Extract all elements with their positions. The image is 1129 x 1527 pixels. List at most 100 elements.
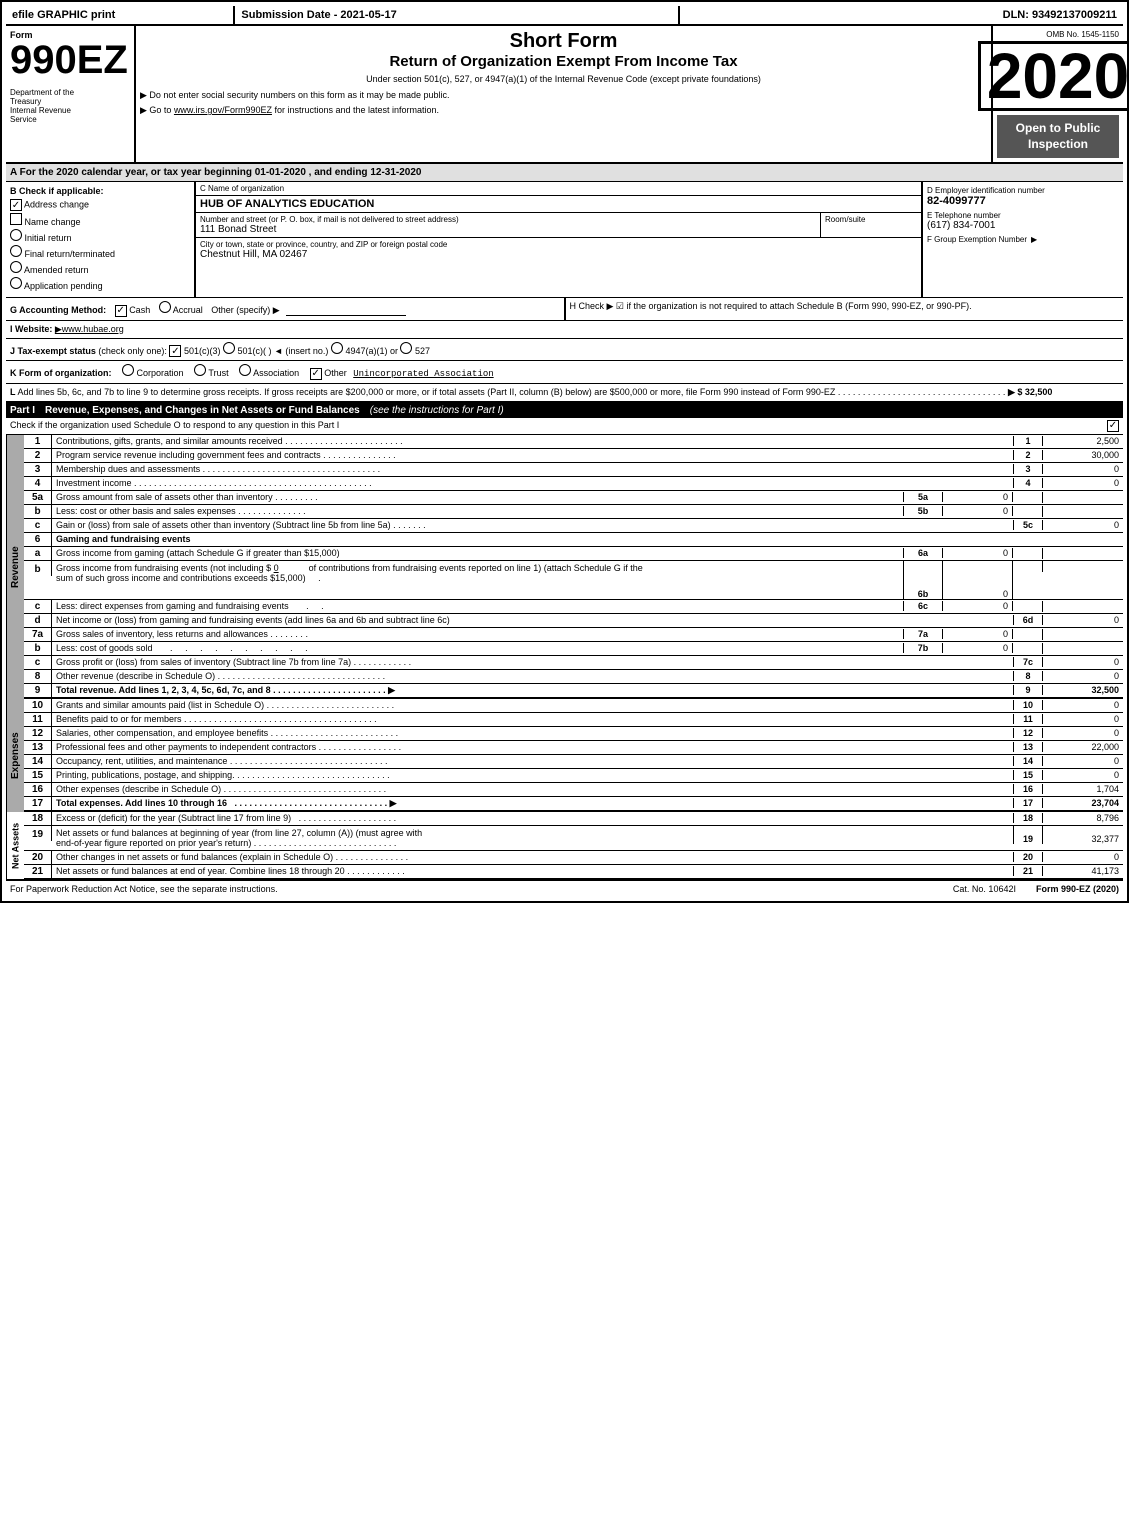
j-501c-cb[interactable] bbox=[223, 342, 235, 354]
line-20-ref: 20 bbox=[1013, 852, 1043, 862]
revenue-rows: 1 Contributions, gifts, grants, and simi… bbox=[24, 435, 1123, 699]
j-4947-cb[interactable] bbox=[331, 342, 343, 354]
line-21-ref: 21 bbox=[1013, 866, 1043, 876]
k-corp-rb[interactable] bbox=[122, 364, 134, 376]
address-block: Number and street (or P. O. box, if mail… bbox=[196, 213, 821, 237]
application-pending-radio[interactable] bbox=[10, 277, 22, 289]
g-accrual-cb[interactable] bbox=[159, 301, 171, 313]
line-16-final: 1,704 bbox=[1043, 784, 1123, 794]
line-15-row: 15 Printing, publications, postage, and … bbox=[24, 769, 1123, 783]
f-label: F Group Exemption Number bbox=[927, 235, 1027, 244]
line-13-desc: Professional fees and other payments to … bbox=[52, 741, 1013, 753]
line-6b-num: b bbox=[24, 561, 52, 576]
line-5c-final: 0 bbox=[1043, 520, 1123, 530]
line-6d-row: d Net income or (loss) from gaming and f… bbox=[24, 614, 1123, 628]
line-7c-num: c bbox=[24, 656, 52, 669]
k-assoc-rb[interactable] bbox=[239, 364, 251, 376]
k-other-value: Unincorporated Association bbox=[353, 369, 493, 379]
line-17-ref: 17 bbox=[1013, 798, 1043, 808]
line-6c-desc: Less: direct expenses from gaming and fu… bbox=[52, 600, 903, 612]
line-20-desc: Other changes in net assets or fund bala… bbox=[52, 851, 1013, 863]
amended-return-radio[interactable] bbox=[10, 261, 22, 273]
room-label: Room/suite bbox=[825, 215, 917, 224]
ein-value: 82-4099777 bbox=[927, 195, 1119, 207]
line-12-final: 0 bbox=[1043, 728, 1123, 738]
k-label: K Form of organization: bbox=[10, 368, 112, 378]
net-assets-section: Net Assets 18 Excess or (deficit) for th… bbox=[6, 812, 1123, 880]
gh-row: G Accounting Method: Cash Accrual Other … bbox=[6, 298, 1123, 321]
line-6b-final-empty bbox=[1043, 561, 1123, 572]
line-4-ref: 4 bbox=[1013, 478, 1043, 488]
footer-cat: Cat. No. 10642I bbox=[953, 884, 1016, 894]
k-other-label: Other bbox=[324, 368, 347, 378]
line-2-desc: Program service revenue including govern… bbox=[52, 449, 1013, 461]
i-url[interactable]: ▶www.hubae.org bbox=[55, 324, 124, 334]
j-527-cb[interactable] bbox=[400, 342, 412, 354]
line-6b-ref: 6b bbox=[903, 561, 943, 599]
k-trust-rb[interactable] bbox=[194, 364, 206, 376]
section-j: J Tax-exempt status (check only one): 50… bbox=[6, 339, 1123, 362]
section-def: D Employer identification number 82-4099… bbox=[923, 182, 1123, 297]
name-change-checkbox[interactable] bbox=[10, 213, 22, 225]
name-change-label: Name change bbox=[25, 217, 81, 227]
initial-return-radio[interactable] bbox=[10, 229, 22, 241]
line-7a-row: 7a Gross sales of inventory, less return… bbox=[24, 628, 1123, 642]
address-change-checkbox[interactable] bbox=[10, 199, 22, 211]
part1-title: Part I bbox=[10, 405, 35, 416]
line-3-row: 3 Membership dues and assessments . . . … bbox=[24, 463, 1123, 477]
line-14-desc: Occupancy, rent, utilities, and maintena… bbox=[52, 755, 1013, 767]
line-16-num: 16 bbox=[24, 783, 52, 796]
note1: ▶ Do not enter social security numbers o… bbox=[140, 90, 987, 101]
line-13-final: 22,000 bbox=[1043, 742, 1123, 752]
line-19-row: 19 Net assets or fund balances at beginn… bbox=[24, 826, 1123, 851]
line-9-num: 9 bbox=[24, 684, 52, 697]
line-6d-desc: Net income or (loss) from gaming and fun… bbox=[52, 614, 1013, 626]
line-10-final: 0 bbox=[1043, 700, 1123, 710]
section-a-text: A For the 2020 calendar year, or tax yea… bbox=[10, 167, 421, 178]
line-5a-empty bbox=[1013, 492, 1043, 503]
line-7b-row: b Less: cost of goods sold . . . . . . .… bbox=[24, 642, 1123, 656]
line-7c-final: 0 bbox=[1043, 657, 1123, 667]
line-18-row: 18 Excess or (deficit) for the year (Sub… bbox=[24, 812, 1123, 826]
expenses-section: Expenses 10 Grants and similar amounts p… bbox=[6, 699, 1123, 812]
line-6a-ref: 6a bbox=[903, 548, 943, 558]
line-3-final: 0 bbox=[1043, 464, 1123, 474]
footer-right: Form 990-EZ (2020) bbox=[1036, 884, 1119, 894]
line-7a-ref: 7a bbox=[903, 629, 943, 639]
line-6-empty bbox=[1013, 534, 1123, 545]
line-17-num: 17 bbox=[24, 797, 52, 810]
subtitle: Under section 501(c), 527, or 4947(a)(1)… bbox=[140, 74, 987, 84]
omb-number: OMB No. 1545-1150 bbox=[1046, 30, 1119, 39]
ein-label: D Employer identification number bbox=[927, 186, 1119, 195]
line-19-ref: 19 bbox=[1013, 826, 1043, 844]
section-g: G Accounting Method: Cash Accrual Other … bbox=[6, 298, 566, 320]
line-6a-row: a Gross income from gaming (attach Sched… bbox=[24, 547, 1123, 561]
g-other-input[interactable] bbox=[286, 305, 406, 316]
line-7a-final-empty bbox=[1043, 629, 1123, 640]
line-14-ref: 14 bbox=[1013, 756, 1043, 766]
part1-schedule-o-cb[interactable] bbox=[1107, 420, 1119, 432]
line-3-ref: 3 bbox=[1013, 464, 1043, 474]
line-1-row: 1 Contributions, gifts, grants, and simi… bbox=[24, 435, 1123, 449]
line-6b-empty bbox=[1013, 561, 1043, 572]
g-label: G Accounting Method: bbox=[10, 305, 106, 315]
line-6a-final-empty bbox=[1043, 548, 1123, 559]
line-20-row: 20 Other changes in net assets or fund b… bbox=[24, 851, 1123, 865]
org-name: HUB OF ANALYTICS EDUCATION bbox=[196, 196, 921, 213]
line-8-row: 8 Other revenue (describe in Schedule O)… bbox=[24, 670, 1123, 684]
k-other-rb[interactable] bbox=[310, 368, 322, 380]
line-2-final: 30,000 bbox=[1043, 450, 1123, 460]
line-7c-ref: 7c bbox=[1013, 657, 1043, 667]
irs-link[interactable]: www.irs.gov/Form990EZ bbox=[174, 105, 272, 115]
line-6-header-row: 6 Gaming and fundraising events bbox=[24, 533, 1123, 547]
line-15-ref: 15 bbox=[1013, 770, 1043, 780]
line-6a-amount: 0 bbox=[943, 548, 1013, 558]
line-10-desc: Grants and similar amounts paid (list in… bbox=[52, 699, 1013, 711]
j-501c3-cb[interactable] bbox=[169, 345, 181, 357]
k-corp-label: Corporation bbox=[137, 368, 184, 378]
net-assets-label: Net Assets bbox=[6, 812, 24, 880]
final-return-radio[interactable] bbox=[10, 245, 22, 257]
room-block: Room/suite bbox=[821, 213, 921, 237]
line-5c-desc: Gain or (loss) from sale of assets other… bbox=[52, 519, 1013, 531]
g-cash-cb[interactable] bbox=[115, 305, 127, 317]
